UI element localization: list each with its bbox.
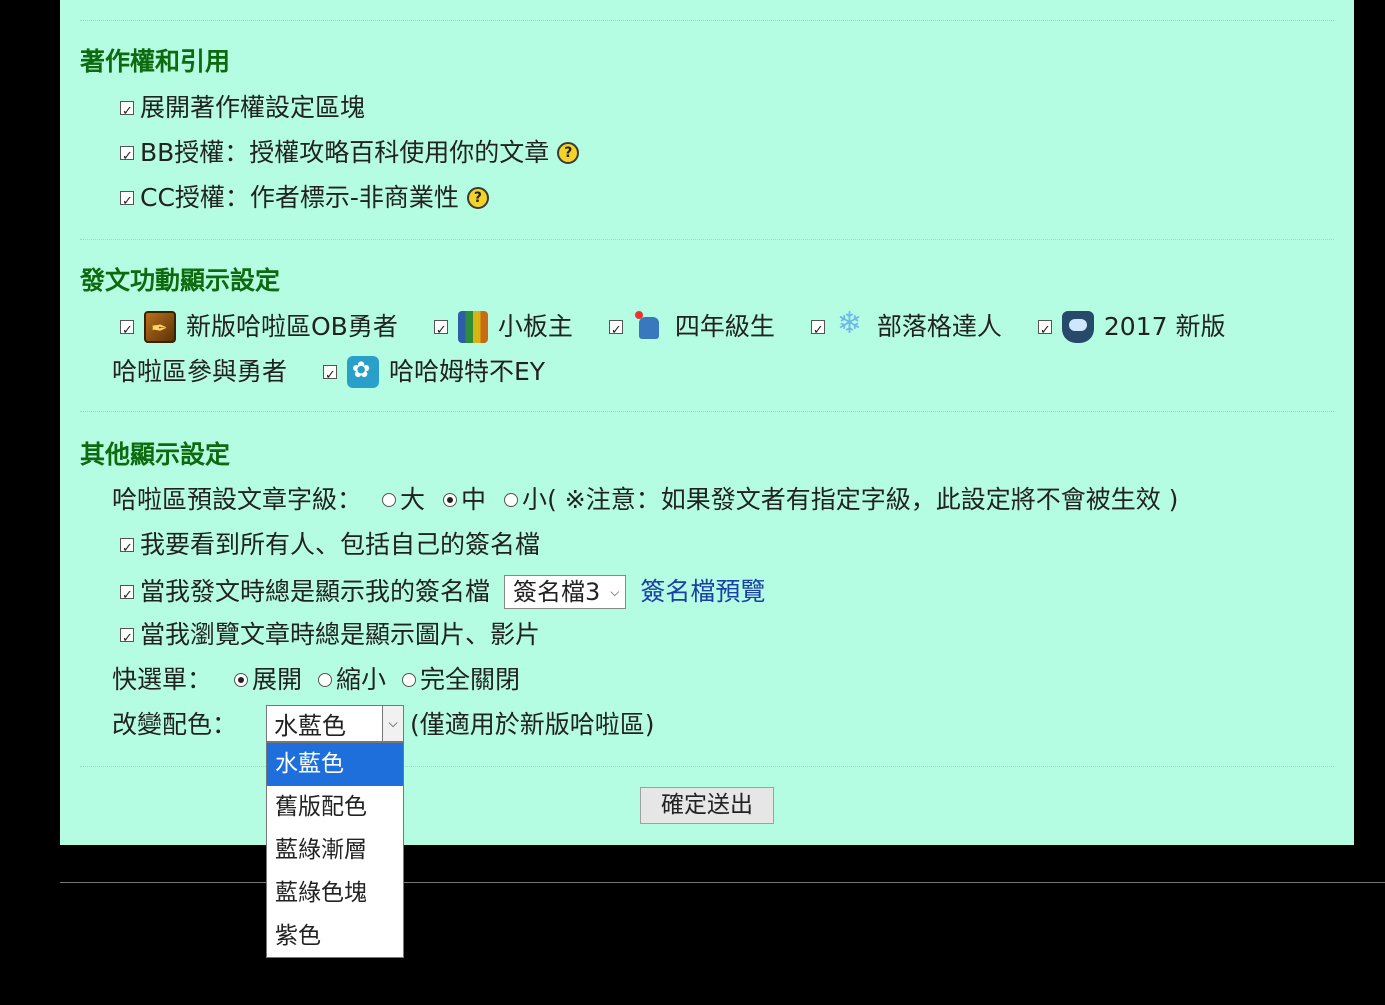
always-show-media-label: 當我瀏覽文章時總是顯示圖片、影片 bbox=[140, 620, 541, 649]
chevron-down-icon[interactable]: ⌵ bbox=[382, 706, 403, 741]
quick-menu-row: 快選單： 展開 縮小 完全關閉 bbox=[112, 665, 520, 695]
divider bbox=[80, 239, 1334, 240]
color-option-blue-green-gradient[interactable]: 藍綠漸層 bbox=[267, 829, 403, 872]
section-title-copyright: 著作權和引用 bbox=[80, 47, 231, 76]
always-show-signature-checkbox[interactable] bbox=[120, 581, 134, 611]
character-badge-icon bbox=[633, 311, 665, 343]
quick-menu-close-label: 完全關閉 bbox=[420, 665, 521, 694]
quick-menu-label: 快選單： bbox=[112, 665, 213, 694]
signature-select[interactable]: 簽名檔3 ⌵ bbox=[504, 575, 627, 609]
always-show-media-checkbox[interactable] bbox=[120, 624, 134, 654]
section-title-badges: 發文功動顯示設定 bbox=[80, 266, 281, 295]
badge-label: 部落格達人 bbox=[876, 312, 1002, 341]
help-icon[interactable]: ? bbox=[557, 142, 580, 164]
quick-menu-expand-radio[interactable] bbox=[234, 673, 249, 687]
color-note-row: (僅適用於新版哈啦區) bbox=[410, 710, 655, 740]
color-scheme-select[interactable]: 水藍色 ⌵ bbox=[266, 705, 404, 742]
snowflake-medal-icon bbox=[835, 309, 867, 343]
badge-option-moderator[interactable]: 小板主 bbox=[433, 311, 573, 346]
always-show-signature-label: 當我發文時總是顯示我的簽名檔 bbox=[140, 577, 491, 606]
color-option-purple[interactable]: 紫色 bbox=[267, 915, 403, 958]
badge-checkbox[interactable] bbox=[1037, 316, 1052, 346]
show-all-signatures-option[interactable]: 我要看到所有人、包括自己的簽名檔 bbox=[120, 530, 541, 564]
books-badge-icon bbox=[457, 311, 488, 343]
show-all-signatures-label: 我要看到所有人、包括自己的簽名檔 bbox=[140, 530, 541, 559]
font-size-large-label: 大 bbox=[400, 485, 426, 514]
footer-divider bbox=[60, 882, 1385, 883]
flower-badge-icon bbox=[347, 356, 380, 388]
cc-license-label: CC授權：作者標示-非商業性 bbox=[140, 183, 459, 212]
badge-checkbox[interactable] bbox=[323, 361, 338, 391]
font-size-small-radio[interactable] bbox=[504, 493, 519, 507]
bb-license-label: BB授權：授權攻略百科使用你的文章 bbox=[140, 138, 550, 167]
quill-badge-icon bbox=[144, 311, 176, 343]
font-size-large-radio[interactable] bbox=[382, 493, 397, 507]
color-option-aqua[interactable]: 水藍色 bbox=[267, 743, 403, 786]
expand-copyright-checkbox[interactable] bbox=[120, 97, 134, 127]
badge-label-continued: 哈啦區參與勇者 bbox=[112, 357, 288, 386]
color-note: (僅適用於新版哈啦區) bbox=[410, 710, 655, 739]
section-title-other: 其他顯示設定 bbox=[80, 440, 231, 469]
badge-checkbox[interactable] bbox=[433, 316, 448, 346]
color-label: 改變配色： bbox=[112, 710, 238, 739]
font-size-medium-label: 中 bbox=[461, 485, 487, 514]
quick-menu-expand-label: 展開 bbox=[252, 665, 303, 694]
divider bbox=[80, 411, 1334, 412]
color-option-blue-green-block[interactable]: 藍綠色塊 bbox=[267, 872, 403, 915]
expand-copyright-option[interactable]: 展開著作權設定區塊 bbox=[120, 93, 366, 127]
badge-label: 新版哈啦區OB勇者 bbox=[186, 312, 398, 341]
badge-checkbox[interactable] bbox=[608, 316, 623, 346]
signature-select-value: 簽名檔3 bbox=[513, 578, 601, 606]
font-size-medium-radio[interactable] bbox=[443, 493, 458, 507]
quick-menu-close-radio[interactable] bbox=[402, 673, 417, 687]
cc-license-checkbox[interactable] bbox=[120, 187, 134, 217]
submit-button[interactable]: 確定送出 bbox=[640, 787, 774, 824]
badges-row-2: 哈啦區參與勇者 哈哈姆特不EY bbox=[112, 356, 581, 391]
font-size-small-label: 小 bbox=[522, 485, 548, 514]
show-all-signatures-checkbox[interactable] bbox=[120, 534, 134, 564]
font-size-row: 哈啦區預設文章字級： 大 中 小 ( ※注意：如果發文者有指定字級，此設定將不會… bbox=[112, 485, 1178, 515]
badge-option-2017[interactable]: 2017 新版 bbox=[1037, 311, 1226, 346]
bb-license-checkbox[interactable] bbox=[120, 142, 134, 172]
expand-copyright-label: 展開著作權設定區塊 bbox=[140, 93, 366, 122]
always-show-media-option[interactable]: 當我瀏覽文章時總是顯示圖片、影片 bbox=[120, 620, 541, 654]
quick-menu-shrink-label: 縮小 bbox=[336, 665, 387, 694]
badge-label: 2017 新版 bbox=[1103, 312, 1226, 341]
signature-preview-link[interactable]: 簽名檔預覽 bbox=[640, 577, 765, 607]
cc-license-option[interactable]: CC授權：作者標示-非商業性 ? bbox=[120, 183, 489, 217]
settings-panel: 著作權和引用 展開著作權設定區塊 BB授權：授權攻略百科使用你的文章 ? CC授… bbox=[60, 0, 1354, 845]
chat-shield-icon bbox=[1061, 311, 1094, 343]
badge-checkbox[interactable] bbox=[810, 316, 825, 346]
font-size-note: ( ※注意：如果發文者有指定字級，此設定將不會被生效 ) bbox=[547, 485, 1179, 514]
color-option-classic[interactable]: 舊版配色 bbox=[267, 786, 403, 829]
badge-checkbox[interactable] bbox=[120, 316, 134, 346]
always-show-signature-option[interactable]: 當我發文時總是顯示我的簽名檔 簽名檔3 ⌵ 簽名檔預覽 bbox=[120, 575, 765, 611]
badge-option-fourth-year[interactable]: 四年級生 bbox=[608, 311, 775, 346]
badge-label: 四年級生 bbox=[674, 312, 775, 341]
badge-option-hahamut[interactable]: 哈哈姆特不EY bbox=[323, 356, 546, 391]
color-row: 改變配色： bbox=[112, 710, 237, 740]
badge-option-blog-master[interactable]: 部落格達人 bbox=[810, 309, 1002, 346]
color-scheme-dropdown[interactable]: 水藍色 舊版配色 藍綠漸層 藍綠色塊 紫色 bbox=[266, 742, 404, 958]
badge-label: 哈哈姆特不EY bbox=[389, 357, 546, 386]
font-size-label: 哈啦區預設文章字級： bbox=[112, 485, 363, 514]
badges-row-1: 新版哈啦區OB勇者 小板主 四年級生 部落格達人 2017 新版 bbox=[120, 309, 1226, 346]
badge-option-ob-hero[interactable]: 新版哈啦區OB勇者 bbox=[120, 311, 398, 346]
color-scheme-value: 水藍色 bbox=[274, 712, 346, 740]
bb-license-option[interactable]: BB授權：授權攻略百科使用你的文章 ? bbox=[120, 138, 580, 172]
divider bbox=[80, 20, 1334, 21]
badge-label: 小板主 bbox=[497, 312, 573, 341]
help-icon[interactable]: ? bbox=[466, 187, 489, 209]
chevron-down-icon: ⌵ bbox=[610, 585, 620, 599]
quick-menu-shrink-radio[interactable] bbox=[318, 673, 333, 687]
